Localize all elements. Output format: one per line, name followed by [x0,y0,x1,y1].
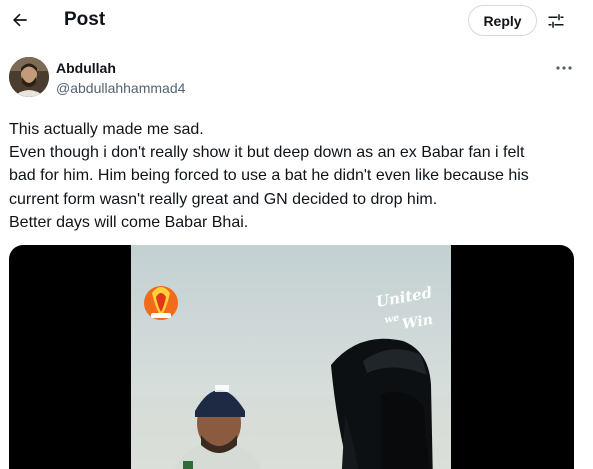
more-icon [556,66,572,70]
post-text-line: Better days will come Babar Bhai. [9,213,249,231]
video-player[interactable]: United we Win [9,245,574,469]
post-text-line: current form wasn't really great and GN … [9,190,438,208]
video-frame: United we Win [131,245,451,469]
arrow-left-icon [13,13,27,27]
avatar[interactable] [9,57,49,97]
adjust-icon [548,14,564,28]
post-text-line: bad for him. Him being forced to use a b… [9,167,529,185]
author-name[interactable]: Abdullah [56,60,116,76]
post-text-line: Even though i don't really show it but d… [9,144,525,162]
more-options-button[interactable] [552,58,576,78]
top-bar: Post Reply [0,0,593,42]
adjust-button[interactable] [543,8,569,34]
reply-button[interactable]: Reply [468,5,537,36]
person-right [331,338,433,469]
video-still: United we Win [131,245,451,469]
author-handle[interactable]: @abdullahhammad4 [56,80,185,96]
page-title: Post [64,9,106,30]
avatar-image [9,57,49,97]
back-button[interactable] [6,6,34,34]
post-text: This actually made me sad. Even though i… [9,118,584,234]
team-logo [144,286,178,320]
post-text-line: This actually made me sad. [9,121,204,138]
